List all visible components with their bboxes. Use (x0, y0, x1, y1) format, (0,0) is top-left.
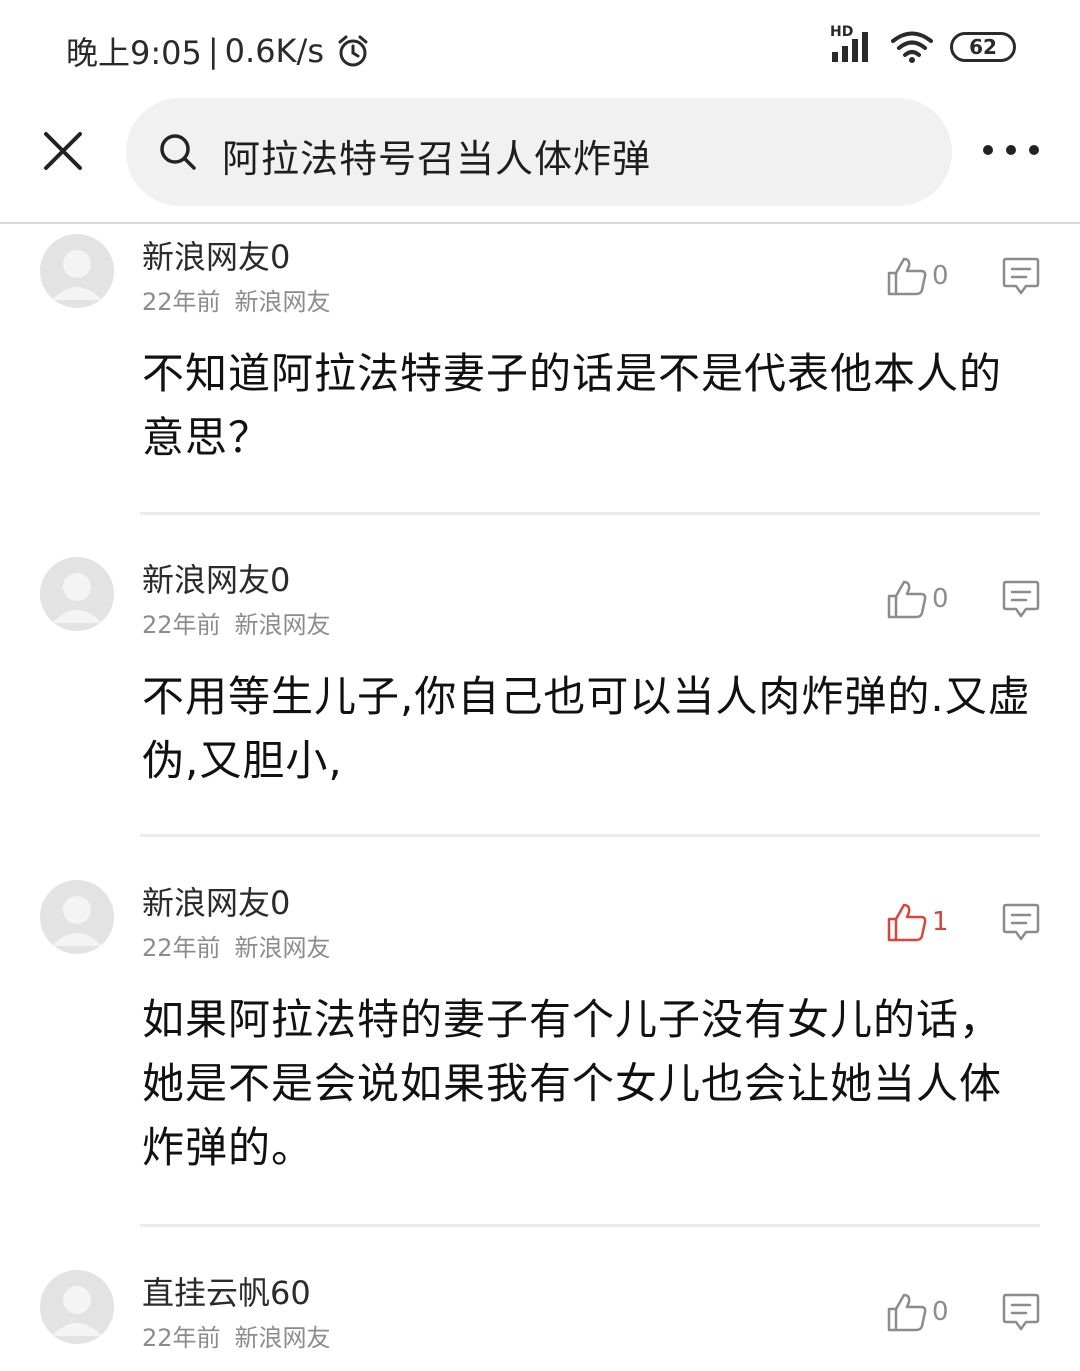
avatar-placeholder-icon (40, 1270, 114, 1344)
close-icon (44, 132, 82, 170)
comment-item: 直挂云帆60 22年前 新浪网友 0 (0, 1260, 1080, 1371)
thumbs-up-icon (887, 1293, 927, 1332)
comment-meta: 22年前 新浪网友 (142, 1318, 331, 1353)
comment-meta: 22年前 新浪网友 (142, 282, 331, 317)
comment-username[interactable]: 新浪网友0 (142, 555, 290, 601)
divider (140, 1224, 1040, 1227)
comment-time: 22年前 (142, 934, 221, 962)
like-button[interactable]: 0 (886, 1292, 949, 1332)
comment-source: 新浪网友 (234, 1324, 331, 1352)
comment-text: 不用等生儿子,你自己也可以当人肉炸弹的.又虚伪,又胆小, (142, 672, 1031, 785)
like-button[interactable]: 0 (886, 579, 949, 619)
comment-item: 新浪网友0 22年前 新浪网友 0 不知道阿拉法特妻子的话是不是代表他本人的意思？ (0, 224, 1080, 514)
comment-source: 新浪网友 (234, 611, 331, 639)
search-icon (160, 134, 196, 170)
wifi-icon (891, 31, 933, 63)
like-count: 1 (932, 907, 949, 937)
comment-meta: 22年前 新浪网友 (142, 605, 331, 640)
signal-icon: HD (830, 24, 874, 64)
comment-source: 新浪网友 (234, 288, 331, 316)
like-count: 0 (932, 1297, 949, 1327)
battery-level: 62 (969, 35, 997, 59)
battery-icon: 62 (950, 32, 1016, 62)
like-count: 0 (932, 584, 949, 614)
reply-button[interactable] (1002, 1292, 1040, 1336)
like-button[interactable]: 1 (886, 902, 949, 942)
comment-username[interactable]: 直挂云帆60 (142, 1268, 311, 1314)
status-separator: | (207, 32, 219, 70)
thumbs-up-icon (887, 903, 927, 942)
comment-icon (1002, 903, 1040, 941)
status-right: HD 62 (830, 24, 1016, 64)
more-icon (983, 145, 1039, 155)
status-bar: 晚上9:05 | 0.6K/s HD 62 (0, 0, 1080, 96)
divider (140, 512, 1040, 515)
avatar-placeholder-icon (40, 557, 114, 631)
comment-username[interactable]: 新浪网友0 (142, 232, 290, 278)
avatar[interactable] (40, 880, 114, 954)
comment-text: 不知道阿拉法特妻子的话是不是代表他本人的意思？ (142, 349, 1003, 462)
comment-icon (1002, 257, 1040, 295)
status-left: 晚上9:05 | 0.6K/s (66, 28, 370, 74)
reply-button[interactable] (1002, 579, 1040, 623)
like-button[interactable]: 0 (886, 256, 949, 296)
avatar-placeholder-icon (40, 880, 114, 954)
thumbs-up-icon (887, 580, 927, 619)
comment-icon (1002, 580, 1040, 618)
comment-source: 新浪网友 (234, 934, 331, 962)
search-query[interactable]: 阿拉法特号召当人体炸弹 (222, 128, 651, 183)
comment-meta: 22年前 新浪网友 (142, 928, 331, 963)
like-count: 0 (932, 261, 949, 291)
comment-time: 22年前 (142, 1324, 221, 1352)
reply-button[interactable] (1002, 902, 1040, 946)
thumbs-up-icon (887, 257, 927, 296)
avatar[interactable] (40, 1270, 114, 1344)
avatar[interactable] (40, 557, 114, 631)
avatar-placeholder-icon (40, 234, 114, 308)
close-button[interactable] (38, 126, 88, 176)
comment-time: 22年前 (142, 288, 221, 316)
more-button[interactable] (980, 142, 1042, 158)
comment-item: 新浪网友0 22年前 新浪网友 0 不用等生儿子,你自己也可以当人肉炸弹的.又虚伪… (0, 547, 1080, 837)
status-speed: 0.6K/s (224, 32, 324, 70)
comment-item: 新浪网友0 22年前 新浪网友 1 如果阿拉法特的妻子有个儿子没有女儿的话，她是不… (0, 870, 1080, 1226)
reply-button[interactable] (1002, 256, 1040, 300)
top-bar: 阿拉法特号召当人体炸弹 (0, 96, 1080, 224)
alarm-icon (338, 35, 368, 67)
search-box[interactable]: 阿拉法特号召当人体炸弹 (126, 98, 952, 206)
divider (140, 834, 1040, 837)
avatar[interactable] (40, 234, 114, 308)
status-time: 晚上9:05 (66, 34, 202, 72)
comment-icon (1002, 1293, 1040, 1331)
comment-time: 22年前 (142, 611, 221, 639)
comment-text: 如果阿拉法特的妻子有个儿子没有女儿的话，她是不是会说如果我有个女儿也会让她当人体… (142, 995, 1003, 1172)
comment-username[interactable]: 新浪网友0 (142, 878, 290, 924)
